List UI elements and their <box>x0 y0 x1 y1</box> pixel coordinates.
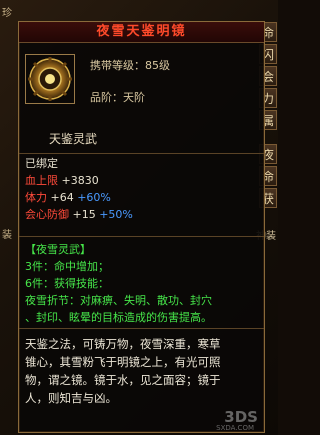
grade-label: 品阶： <box>90 91 123 104</box>
hp-value: +3830 <box>61 174 99 187</box>
set-block: 【夜雪灵武】 3件：命中增加； 6件：获得技能： 夜雪折节：对麻痹、失明、散功、… <box>19 236 264 326</box>
item-tooltip: 夜雪天鉴明镜 携带等级：85级 品阶：天阶 天鉴灵武 已绑定 血上限 +3830… <box>18 21 265 433</box>
set-skill-line-1: 夜雪折节：对麻痹、失明、散功、封穴 <box>25 294 212 307</box>
gear-mirror-icon <box>28 57 72 101</box>
set-name: 【夜雪灵武】 <box>25 243 91 256</box>
crit-def-label: 会心防御 <box>25 208 73 221</box>
stamina-label: 体力 <box>25 191 51 204</box>
item-name: 天鉴灵武 <box>49 132 98 146</box>
left-label-1: 珍 <box>2 8 12 19</box>
crit-def-value: +15 <box>72 208 96 221</box>
grade-value: 天阶 <box>123 91 145 104</box>
item-icon <box>25 54 75 104</box>
grade-row: 品阶：天阶 <box>90 89 145 105</box>
item-header: 携带等级：85级 品阶：天阶 天鉴灵武 <box>19 43 264 154</box>
carry-level: 携带等级：85级 <box>90 59 170 72</box>
stamina-pct: +60% <box>77 191 111 204</box>
left-label-2: 装 <box>2 230 12 241</box>
set-bonus-6: 6件：获得技能： <box>25 277 109 290</box>
stamina-row: 体力 +64 +60% <box>25 189 260 206</box>
watermark-sub: SXDA.COM <box>216 424 254 432</box>
hp-label: 血上限 <box>25 174 62 187</box>
set-skill-line-2: 、封印、眩晕的目标造成的伤害提高。 <box>25 311 212 324</box>
stats-block: 已绑定 血上限 +3830 体力 +64 +60% 会心防御 +15 +50% <box>25 155 260 223</box>
lore-line-1: 天鉴之法，可铸万物，夜雪深重，寒草 <box>25 337 221 351</box>
item-title: 夜雪天鉴明镜 <box>19 22 264 43</box>
hp-row: 血上限 +3830 <box>25 172 260 189</box>
lore-line-4: 人，则知吉与凶。 <box>25 391 117 405</box>
set-bonus-3: 3件：命中增加； <box>25 260 109 273</box>
lore-line-3: 物，谓之镜。镜于水，见之面容；镜于 <box>25 373 221 387</box>
crit-def-pct: +50% <box>99 208 133 221</box>
lore-line-2: 锥心，其雪粉飞于明镜之上，有光可照 <box>25 355 221 369</box>
stamina-value: +64 <box>50 191 74 204</box>
crit-def-row: 会心防御 +15 +50% <box>25 206 260 223</box>
bound-status: 已绑定 <box>25 157 58 170</box>
